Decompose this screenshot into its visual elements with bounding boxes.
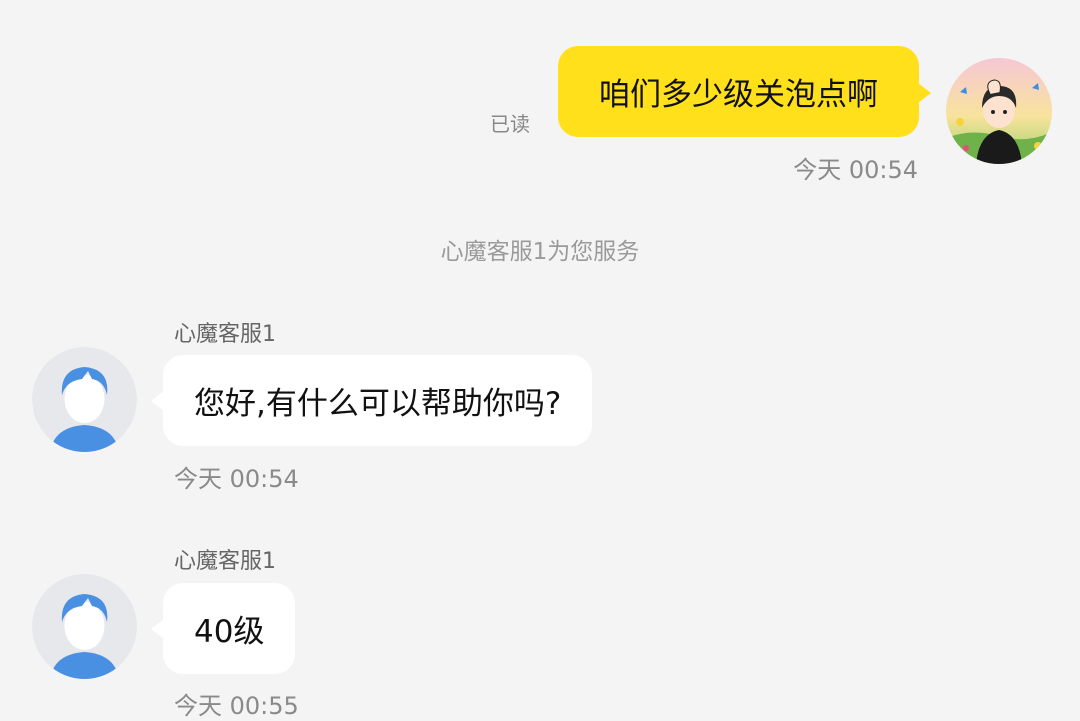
system-notice: 心魔客服1为您服务 (440, 239, 640, 265)
outgoing-message-time: 今天 00:54 (793, 156, 918, 184)
default-person-avatar-icon (32, 574, 137, 679)
sender-name: 心魔客服1 (174, 549, 276, 574)
sender-name: 心魔客服1 (174, 322, 276, 347)
agent-avatar[interactable] (32, 574, 137, 679)
incoming-message-bubble[interactable]: 40级 (150, 583, 296, 674)
my-avatar[interactable] (946, 58, 1052, 164)
incoming-message-bubble[interactable]: 您好,有什么可以帮助你吗? (150, 355, 593, 446)
read-receipt: 已读 (490, 112, 530, 136)
agent-avatar[interactable] (32, 347, 137, 452)
outgoing-message-text: 咱们多少级关泡点啊 (599, 77, 878, 113)
chat-thread: 已读 咱们多少级关泡点啊 今天 00:54 心魔客服1为您服务 心魔客服1 您好… (0, 0, 1080, 720)
outgoing-message-bubble[interactable]: 咱们多少级关泡点啊 (558, 46, 931, 137)
incoming-message-time: 今天 00:55 (174, 692, 299, 720)
cartoon-user-avatar-icon (946, 58, 1052, 164)
incoming-message-time: 今天 00:54 (174, 465, 299, 493)
default-person-avatar-icon (32, 347, 137, 452)
incoming-message-text: 40级 (194, 614, 265, 650)
incoming-message-text: 您好,有什么可以帮助你吗? (194, 386, 562, 422)
